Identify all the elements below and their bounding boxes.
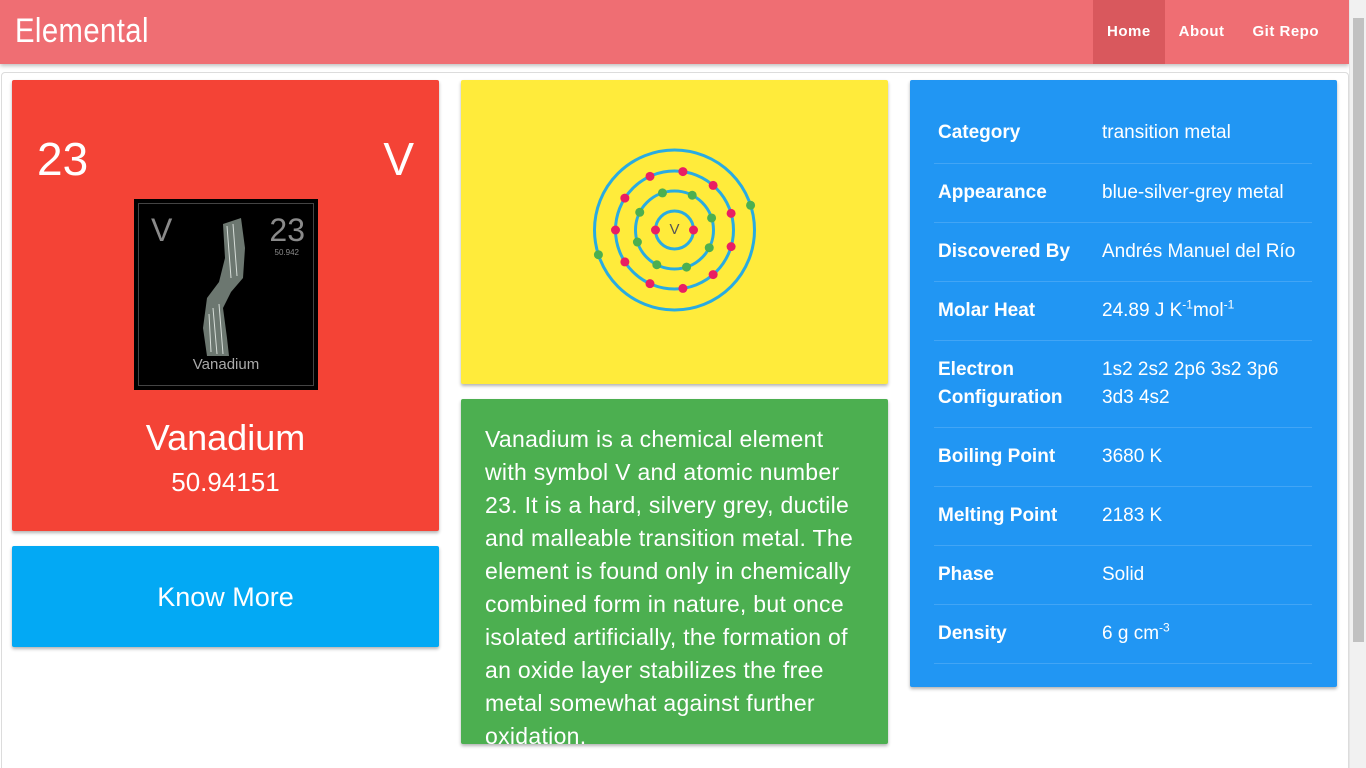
nav-about-link[interactable]: About xyxy=(1165,0,1239,64)
property-value: 3680 K xyxy=(1098,427,1312,487)
electron-dot xyxy=(726,208,736,218)
bohr-model-diagram: V xyxy=(593,148,756,312)
electron-dot xyxy=(678,167,688,177)
electron-dot xyxy=(645,279,655,289)
element-description: Vanadium is a chemical element with symb… xyxy=(485,426,854,749)
photo-name: Vanadium xyxy=(192,356,260,373)
electron-dot xyxy=(746,200,756,210)
properties-card: Category transition metal Appearance blu… xyxy=(910,80,1337,687)
electron-dot xyxy=(708,270,718,280)
electron-dot xyxy=(687,190,697,200)
property-value: blue-silver-grey metal xyxy=(1098,163,1312,223)
atomic-number: 23 xyxy=(37,133,89,185)
property-label: Boiling Point xyxy=(934,427,1098,487)
electron-dot xyxy=(645,171,655,181)
electron-dot xyxy=(620,257,630,267)
property-row: Melting Point 2183 K xyxy=(934,486,1312,546)
properties-table: Category transition metal Appearance blu… xyxy=(934,104,1312,664)
scrollbar-thumb[interactable] xyxy=(1353,18,1364,642)
molar-heat-unit: mol xyxy=(1192,299,1224,321)
electron-dot xyxy=(632,237,642,247)
property-label: Discovered By xyxy=(934,222,1098,282)
property-value: transition metal xyxy=(1098,104,1312,164)
bohr-model-card: V xyxy=(461,80,888,384)
electron-dot xyxy=(651,225,660,235)
element-name: Vanadium xyxy=(145,417,306,458)
nav-home-link[interactable]: Home xyxy=(1092,0,1165,64)
property-value: 2183 K xyxy=(1098,486,1312,546)
element-photo: V 23 50.942 Vanadium xyxy=(134,199,318,390)
photo-number: 23 xyxy=(269,212,305,248)
electron-dot xyxy=(726,242,736,252)
property-label: Appearance xyxy=(934,163,1098,223)
know-more-button[interactable]: Know More xyxy=(12,546,439,647)
photo-frame: V 23 50.942 Vanadium xyxy=(138,203,314,386)
property-row: Phase Solid xyxy=(934,545,1312,605)
density-value: 6 g cm xyxy=(1102,622,1160,644)
electron-dot xyxy=(657,188,667,198)
property-row: Molar Heat 24.89 J K-1mol-1 xyxy=(934,281,1312,341)
brand-logo[interactable]: Elemental xyxy=(15,12,149,51)
property-row: Density 6 g cm-3 xyxy=(934,604,1312,664)
property-row: Electron Configuration 1s2 2s2 2p6 3s2 3… xyxy=(934,340,1312,428)
property-value: Andrés Manuel del Río xyxy=(1098,222,1312,282)
navbar: Elemental Home About Git Repo xyxy=(0,0,1349,64)
property-row: Discovered By Andrés Manuel del Río xyxy=(934,222,1312,282)
electron-dot xyxy=(689,225,698,235)
atomic-mass: 50.94151 xyxy=(171,467,280,497)
density-exp: -3 xyxy=(1159,620,1170,635)
electron-dot xyxy=(593,250,603,260)
page-scrollbar[interactable] xyxy=(1349,0,1366,768)
property-label: Phase xyxy=(934,545,1098,605)
electron-dot xyxy=(652,260,662,270)
property-row: Boiling Point 3680 K xyxy=(934,427,1312,487)
property-value: 1s2 2s2 2p6 3s2 3p6 3d3 4s2 xyxy=(1098,340,1312,428)
nav-links: Home About Git Repo xyxy=(1092,0,1334,64)
know-more-label: Know More xyxy=(157,582,294,612)
element-symbol: V xyxy=(383,133,414,185)
description-card: Vanadium is a chemical element with symb… xyxy=(461,399,888,749)
property-label: Electron Configuration xyxy=(934,340,1098,428)
property-label: Molar Heat xyxy=(934,281,1098,341)
electron-dot xyxy=(635,207,645,217)
property-row: Appearance blue-silver-grey metal xyxy=(934,163,1312,223)
element-card: 23 V V 23 50.942 Vanadium Vanadium 50.94… xyxy=(12,80,439,531)
electron-dot xyxy=(708,180,718,190)
electron-dot xyxy=(682,262,692,272)
electron-dot xyxy=(704,243,714,253)
photo-mass: 50.942 xyxy=(274,248,299,257)
property-row: Category transition metal xyxy=(934,104,1312,164)
electron-dot xyxy=(620,193,630,203)
property-value: 24.89 J K-1mol-1 xyxy=(1098,281,1312,341)
property-value: 6 g cm-3 xyxy=(1098,604,1312,664)
property-label: Density xyxy=(934,604,1098,664)
vanadium-sample-graphic xyxy=(203,218,245,356)
electron-dot xyxy=(611,225,620,235)
molar-heat-value: 24.89 J K xyxy=(1102,299,1183,321)
molar-heat-exp1: -1 xyxy=(1182,297,1193,312)
nucleus-symbol: V xyxy=(669,221,679,238)
electron-dot xyxy=(678,283,688,293)
property-label: Melting Point xyxy=(934,486,1098,546)
molar-heat-exp2: -1 xyxy=(1223,297,1235,312)
nav-git-repo-link[interactable]: Git Repo xyxy=(1239,0,1334,64)
property-label: Category xyxy=(934,104,1098,164)
property-value: Solid xyxy=(1098,545,1312,605)
electron-dot xyxy=(707,213,717,223)
photo-symbol: V xyxy=(151,212,173,248)
